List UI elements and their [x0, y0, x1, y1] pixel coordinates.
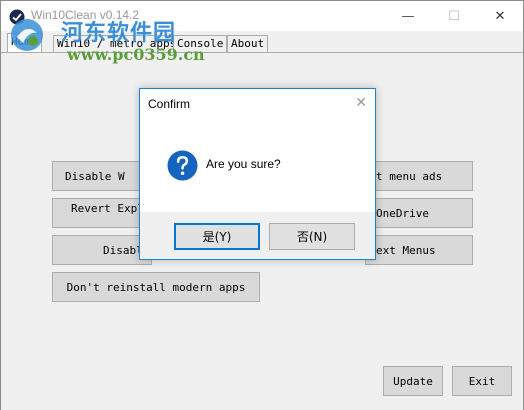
revert-explorer-button[interactable]: Revert Expl: [52, 198, 152, 228]
tab-home[interactable]: Home: [7, 33, 42, 53]
dialog-footer: 是(Y) 否(N): [140, 212, 375, 259]
tab-about[interactable]: About: [227, 35, 269, 52]
dialog-close-button[interactable]: ✕: [355, 95, 367, 111]
disable-start-menu-ads-button[interactable]: t menu ads: [365, 161, 473, 191]
app-icon: [9, 9, 25, 25]
question-icon: [167, 150, 198, 181]
title-bar[interactable]: Win10Clean v0.14.2 — ☐ ✕: [1, 1, 523, 31]
no-button[interactable]: 否(N): [269, 223, 355, 250]
yes-button[interactable]: 是(Y): [174, 223, 260, 250]
confirm-dialog: Confirm ✕ Are you sure? 是(Y) 否(N): [139, 88, 376, 260]
dialog-title: Confirm: [148, 97, 191, 111]
uninstall-onedrive-button[interactable]: OneDrive: [365, 198, 473, 228]
clean-context-menus-button[interactable]: ext Menus: [365, 235, 473, 265]
dialog-body: Are you sure?: [140, 119, 375, 212]
disable-windows-button[interactable]: Disable W: [52, 161, 152, 191]
dialog-message: Are you sure?: [206, 157, 281, 171]
update-button[interactable]: Update: [383, 366, 443, 396]
dont-reinstall-modern-apps-button[interactable]: Don't reinstall modern apps: [52, 272, 260, 302]
dialog-title-bar[interactable]: Confirm ✕: [140, 89, 375, 119]
tab-win10-metro-apps[interactable]: Win10 / metro apps: [53, 35, 181, 52]
window-title: Win10Clean v0.14.2: [31, 8, 140, 22]
app-window: Win10Clean v0.14.2 — ☐ ✕ Home Win10 / me…: [0, 0, 524, 410]
minimize-button[interactable]: —: [385, 1, 431, 31]
maximize-button[interactable]: ☐: [431, 1, 477, 31]
exit-button[interactable]: Exit: [452, 366, 512, 396]
disable-button[interactable]: Disabl: [52, 235, 152, 265]
close-button[interactable]: ✕: [477, 1, 523, 31]
tab-console[interactable]: Console: [173, 35, 228, 52]
tab-strip: Home Win10 / metro apps Console About: [1, 33, 523, 53]
